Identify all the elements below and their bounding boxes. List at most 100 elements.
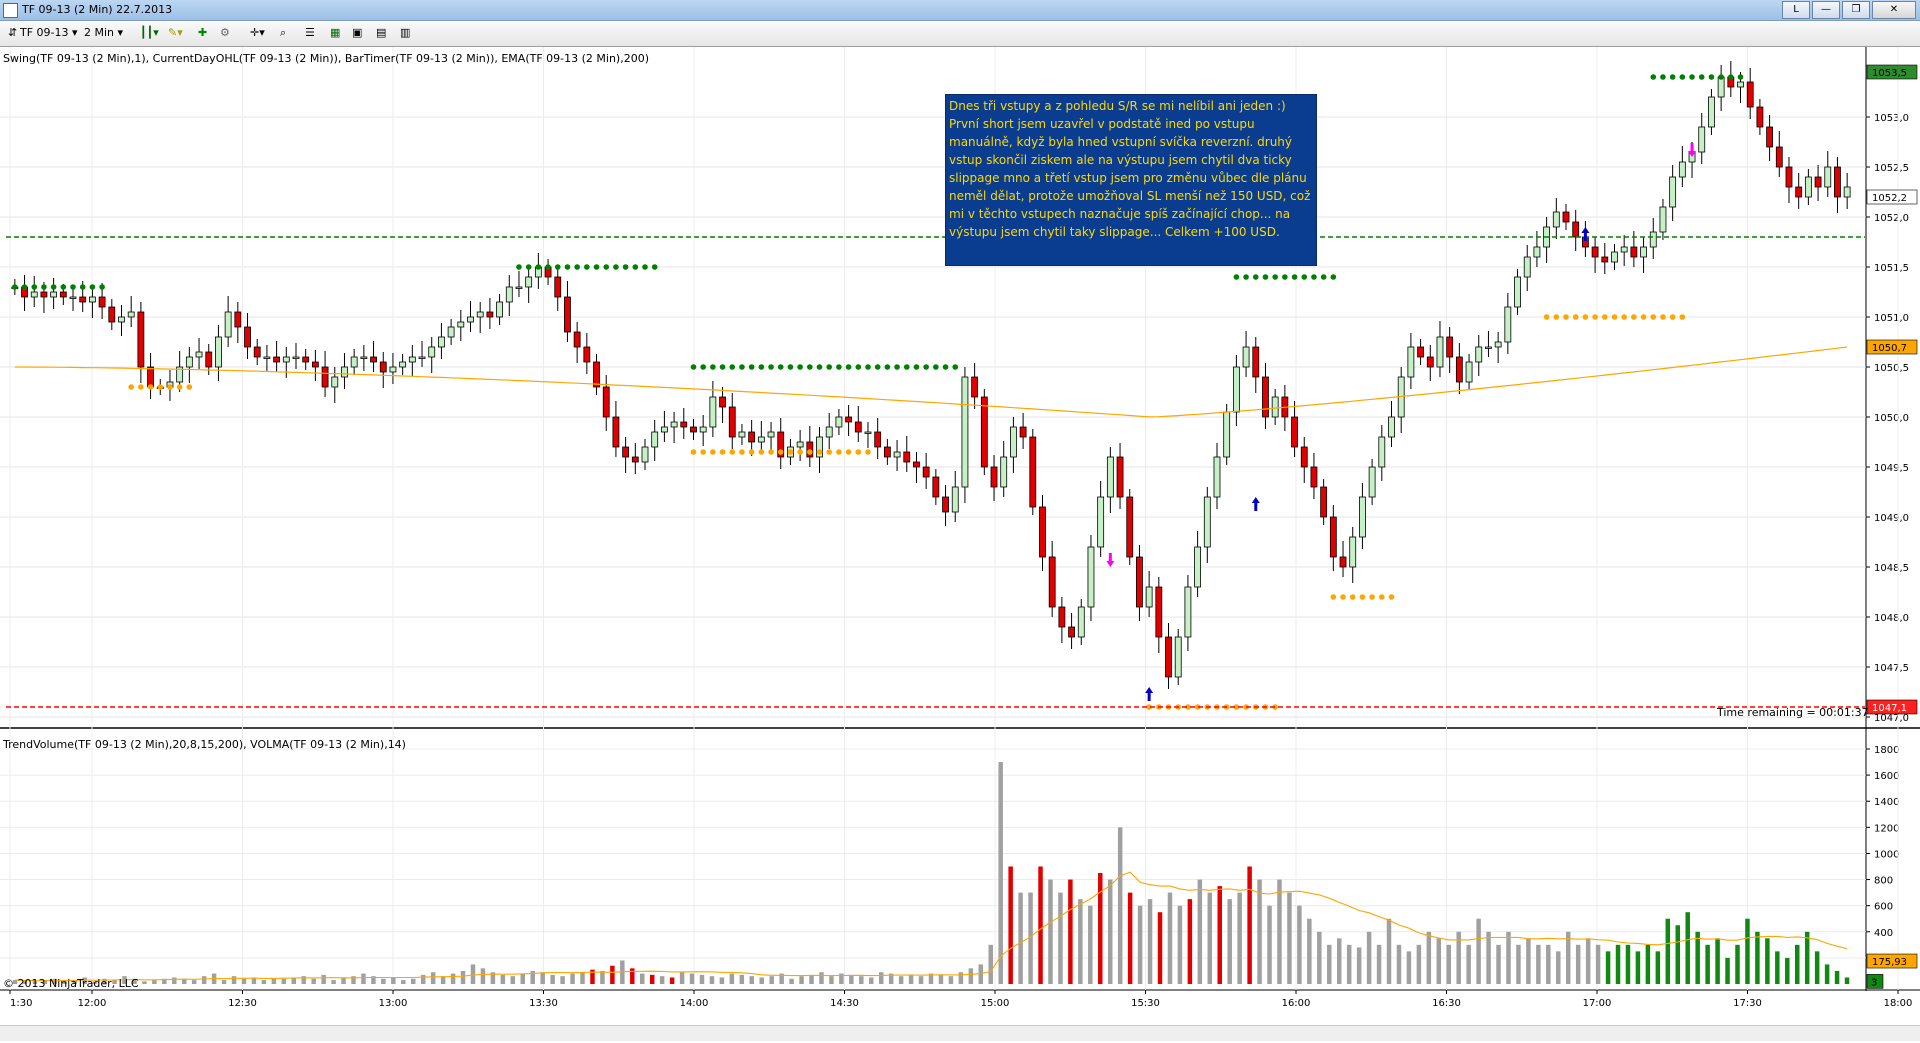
candle-body <box>1766 126 1774 148</box>
volume-bar <box>1356 947 1362 984</box>
swing-low-dot <box>1553 314 1560 320</box>
volume-bar <box>152 980 157 984</box>
swing-high-dot <box>894 364 900 370</box>
candle-body <box>273 356 281 363</box>
volume-bar <box>1585 938 1591 984</box>
volume-bar <box>1416 944 1422 984</box>
candle-body <box>292 356 300 359</box>
strategy-icon[interactable]: ⚙ <box>220 25 230 41</box>
bar-type-icon[interactable]: ┃┃▾ <box>140 25 159 41</box>
swing-low-dot <box>807 449 813 455</box>
candle-body <box>1262 376 1269 418</box>
swing-high-dot <box>1252 274 1259 280</box>
swing-high-dot <box>574 264 580 270</box>
candle-body <box>1611 251 1618 263</box>
candle-body <box>573 331 581 348</box>
candle-body <box>1029 436 1037 508</box>
volume-bar <box>669 977 675 984</box>
candle-body <box>1620 246 1628 253</box>
volume-bar <box>1785 957 1790 984</box>
volume-bar <box>1486 931 1491 984</box>
swing-high-dot <box>952 364 959 370</box>
swing-high-dot <box>923 364 929 370</box>
swing-high-dot <box>1728 74 1734 80</box>
price-tick-label: 1047,5 <box>1874 663 1909 674</box>
volume-bar <box>878 972 884 984</box>
volume-bar <box>908 974 914 984</box>
candle-body <box>1048 556 1056 608</box>
link-button[interactable]: L <box>1782 1 1810 19</box>
price-tick-label: 1049,0 <box>1874 513 1909 524</box>
minimize-button[interactable]: — <box>1812 1 1840 19</box>
swing-high-dot <box>12 284 18 290</box>
interval-selector[interactable]: 2 Min ▾ <box>84 25 123 41</box>
swing-high-dot <box>1262 274 1269 280</box>
properties-icon[interactable]: ☰ <box>305 25 315 41</box>
close-button[interactable]: ✕ <box>1872 1 1916 19</box>
window-linking-icon[interactable]: ▥ <box>400 25 410 41</box>
volume-tick-label: 600 <box>1874 902 1893 913</box>
swing-high-dot <box>60 284 67 290</box>
annotation-box[interactable]: Dnes tři vstupy a z pohledu S/R se mi ne… <box>945 94 1317 266</box>
swing-low-dot <box>710 449 716 455</box>
window-title: TF 09-13 (2 Min) 22.7.2013 <box>22 3 173 16</box>
swing-low-dot <box>1388 594 1395 600</box>
candle-body <box>331 376 339 388</box>
horizontal-scrollbar[interactable] <box>0 1025 1920 1041</box>
swing-high-dot <box>554 264 561 270</box>
candle-body <box>428 346 436 358</box>
candle-body <box>1145 586 1153 608</box>
candle-body <box>864 431 872 434</box>
swing-high-dot <box>1291 274 1298 280</box>
swing-high-dot <box>816 364 823 370</box>
time-tick-label: 12:00 <box>78 998 107 1009</box>
candle-body <box>1698 126 1706 153</box>
candle-body <box>757 436 765 443</box>
candle-body <box>1116 456 1124 498</box>
volume-bar <box>829 976 834 984</box>
volume-bar <box>988 944 993 984</box>
volume-bar <box>500 974 506 984</box>
crosshair-icon[interactable]: ✛▾ <box>250 25 265 41</box>
candle-body <box>699 426 707 433</box>
time-tick-label: 1:30 <box>10 998 32 1009</box>
swing-low-dot <box>797 449 803 455</box>
add-indicator-icon[interactable]: ✚ <box>198 25 207 41</box>
volume-bar <box>1327 944 1332 984</box>
zoom-icon[interactable]: ⌕ <box>280 25 286 41</box>
data-box-icon[interactable]: ▦ <box>330 25 340 41</box>
volume-bar <box>809 974 814 984</box>
swing-high-dot <box>1689 74 1695 80</box>
candle-body <box>1455 356 1463 383</box>
volume-bar <box>1396 944 1402 984</box>
chart-style-icon[interactable]: ⇵ <box>8 25 17 41</box>
candle-body <box>118 316 125 323</box>
candle-body <box>1746 81 1754 108</box>
volume-tick-label: 800 <box>1874 876 1893 887</box>
candle-body <box>1087 546 1095 608</box>
draw-tool-icon[interactable]: ✎▾ <box>168 25 183 41</box>
candle-body <box>1097 496 1105 548</box>
candle-body <box>1514 276 1521 308</box>
price-tag-low: 1047,1 <box>1872 703 1907 714</box>
candle-body <box>932 476 940 498</box>
swing-low-dot <box>1543 314 1550 320</box>
maximize-button[interactable]: ❐ <box>1842 1 1870 19</box>
candle-body <box>1756 106 1764 128</box>
volume-bar <box>948 976 954 984</box>
volume-bar <box>560 976 565 984</box>
instrument-selector[interactable]: TF 09-13 ▾ <box>20 25 78 41</box>
candle-body <box>311 361 319 368</box>
swing-high-dot <box>70 284 76 290</box>
time-tick-label: 16:00 <box>1282 998 1311 1009</box>
print-icon[interactable]: ▤ <box>376 25 386 41</box>
window-controls: L — ❐ ✕ <box>1782 1 1916 19</box>
swing-low-dot <box>167 384 173 390</box>
volume-bar <box>1615 944 1621 984</box>
candle-body <box>1708 96 1715 128</box>
volume-bar <box>1824 964 1830 984</box>
image-icon[interactable]: ▣ <box>352 25 362 41</box>
candle-body <box>660 426 668 433</box>
volume-bar <box>709 976 715 984</box>
swing-low-dot <box>1592 314 1598 320</box>
